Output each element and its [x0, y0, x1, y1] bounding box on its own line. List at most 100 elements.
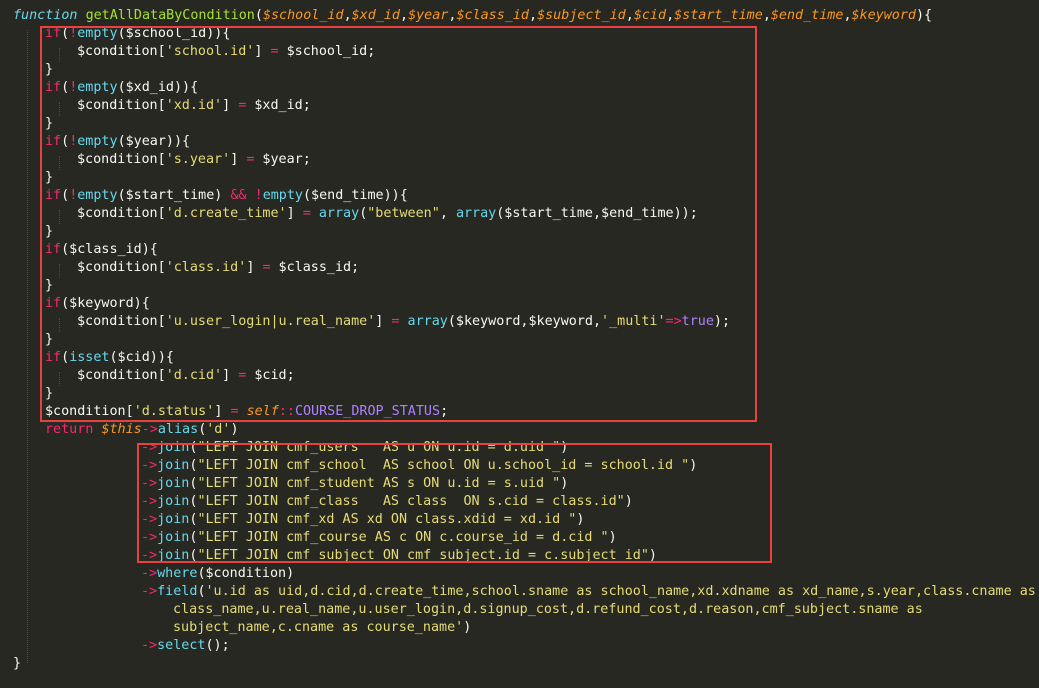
- indent-guide: [59, 372, 60, 386]
- code-token: $this: [101, 422, 142, 437]
- code-line: class_name,u.real_name,u.user_login,d.si…: [173, 601, 923, 619]
- code-token: isset: [69, 350, 110, 365]
- code-token: }: [13, 656, 22, 671]
- code-line: }: [45, 385, 53, 403]
- code-line: ->field('u.id as uid,d.cid,d.create_time…: [141, 583, 1036, 601]
- code-token: (: [61, 134, 70, 149]
- code-token: ($start_time,$end_time));: [496, 206, 698, 221]
- code-token: ): [576, 512, 585, 527]
- code-token: ::: [278, 404, 295, 419]
- code-token: (: [61, 350, 70, 365]
- code-line: function getAllDataByCondition($school_i…: [13, 7, 932, 25]
- code-line: return $this->alias('d'): [45, 421, 239, 439]
- code-token: ->: [141, 530, 158, 545]
- code-token: ->: [141, 566, 158, 581]
- code-line: $condition['u.user_login|u.real_name'] =…: [77, 313, 730, 331]
- code-token: ,: [762, 8, 771, 23]
- code-token: ,: [529, 8, 538, 23]
- code-token: "LEFT JOIN cmf_users AS u ON u.id = d.ui…: [197, 440, 561, 455]
- code-token: ]: [222, 98, 239, 113]
- code-line: }: [45, 331, 53, 349]
- code-line: $condition['s.year'] = $year;: [77, 151, 311, 169]
- code-token: $xd_id;: [246, 98, 311, 113]
- code-token: return: [45, 422, 94, 437]
- code-line: if($class_id){: [45, 241, 158, 259]
- code-token: 'd.status': [133, 404, 215, 419]
- code-token: }: [45, 116, 54, 131]
- code-token: subject_name,c.cname as course_name': [173, 620, 464, 635]
- code-token: getAllDataByCondition: [85, 8, 255, 23]
- code-line: ->select();: [141, 637, 230, 655]
- code-token: if: [45, 26, 62, 41]
- code-token: ]: [222, 368, 239, 383]
- code-token: =: [270, 44, 279, 59]
- code-token: function: [13, 8, 78, 23]
- indent-guide: [27, 30, 28, 663]
- code-line: }: [45, 61, 53, 79]
- code-token: ): [624, 494, 633, 509]
- code-token: ): [463, 620, 472, 635]
- code-token: ($year)){: [117, 134, 191, 149]
- code-token: $year;: [254, 152, 311, 167]
- code-token: $year: [408, 8, 449, 23]
- code-token: ($keyword,$keyword,: [447, 314, 602, 329]
- code-editor[interactable]: function getAllDataByCondition ( $school_i…: [0, 0, 1039, 688]
- indent-guide: [59, 318, 60, 332]
- code-token: $condition[: [77, 368, 166, 383]
- code-token: "LEFT JOIN cmf_xd AS xd ON class.xdid = …: [197, 512, 577, 527]
- code-token: ){: [916, 8, 933, 23]
- code-token: $condition[: [77, 314, 166, 329]
- code-token: $school_id: [262, 8, 344, 23]
- code-token: join: [157, 476, 190, 491]
- code-token: 'xd.id': [165, 98, 223, 113]
- indent-guide: [59, 264, 60, 278]
- code-token: ]: [375, 314, 392, 329]
- code-line: if(!empty($year)){: [45, 133, 190, 151]
- code-line: }: [45, 115, 53, 133]
- code-token: empty: [77, 134, 118, 149]
- code-token: array: [407, 314, 448, 329]
- code-line: $condition['d.status'] = self::COURSE_DR…: [45, 403, 448, 421]
- code-token: join: [157, 440, 190, 455]
- code-token: $cid: [633, 8, 667, 23]
- code-token: 'u.id as uid,d.cid,d.create_time,school.…: [205, 584, 1036, 599]
- code-token: !: [254, 188, 263, 203]
- code-token: 's.year': [165, 152, 231, 167]
- code-line: ->where($condition): [141, 565, 294, 583]
- code-line: ->join("LEFT JOIN cmf_course AS c ON c.c…: [141, 529, 617, 547]
- code-token: select: [157, 638, 206, 653]
- code-token: join: [157, 458, 190, 473]
- code-line: $condition['school.id'] = $school_id;: [77, 43, 375, 61]
- code-token: ,: [400, 8, 409, 23]
- code-line: }: [45, 169, 53, 187]
- code-token: "LEFT JOIN cmf_class AS class ON s.cid =…: [197, 494, 625, 509]
- code-token: ): [648, 548, 657, 563]
- code-token: ->: [141, 440, 158, 455]
- code-token: $condition[: [77, 152, 166, 167]
- indent-guide: [59, 48, 60, 62]
- code-token: &&: [230, 188, 247, 203]
- code-token: =: [262, 260, 271, 275]
- code-token: if: [45, 296, 62, 311]
- code-token: =: [230, 404, 239, 419]
- code-token: ;: [440, 404, 449, 419]
- code-line: ->join("LEFT JOIN cmf_subject ON cmf_sub…: [141, 547, 657, 565]
- code-token: ,: [343, 8, 352, 23]
- code-token: "between": [367, 206, 440, 221]
- code-line: if(!empty($school_id)){: [45, 25, 230, 43]
- code-token: ($class_id){: [61, 242, 158, 257]
- code-line: $condition['d.create_time'] = array("bet…: [77, 205, 698, 223]
- code-line: if($keyword){: [45, 295, 150, 313]
- code-token: $condition[: [77, 44, 166, 59]
- code-token: ->: [141, 584, 158, 599]
- code-token: $xd_id: [351, 8, 400, 23]
- code-token: 'class.id': [165, 260, 247, 275]
- code-line: ->join("LEFT JOIN cmf_users AS u ON u.id…: [141, 439, 568, 457]
- code-token: join: [157, 494, 190, 509]
- indent-guide: [59, 102, 60, 116]
- code-token: '_multi': [601, 314, 666, 329]
- code-token: if: [45, 188, 62, 203]
